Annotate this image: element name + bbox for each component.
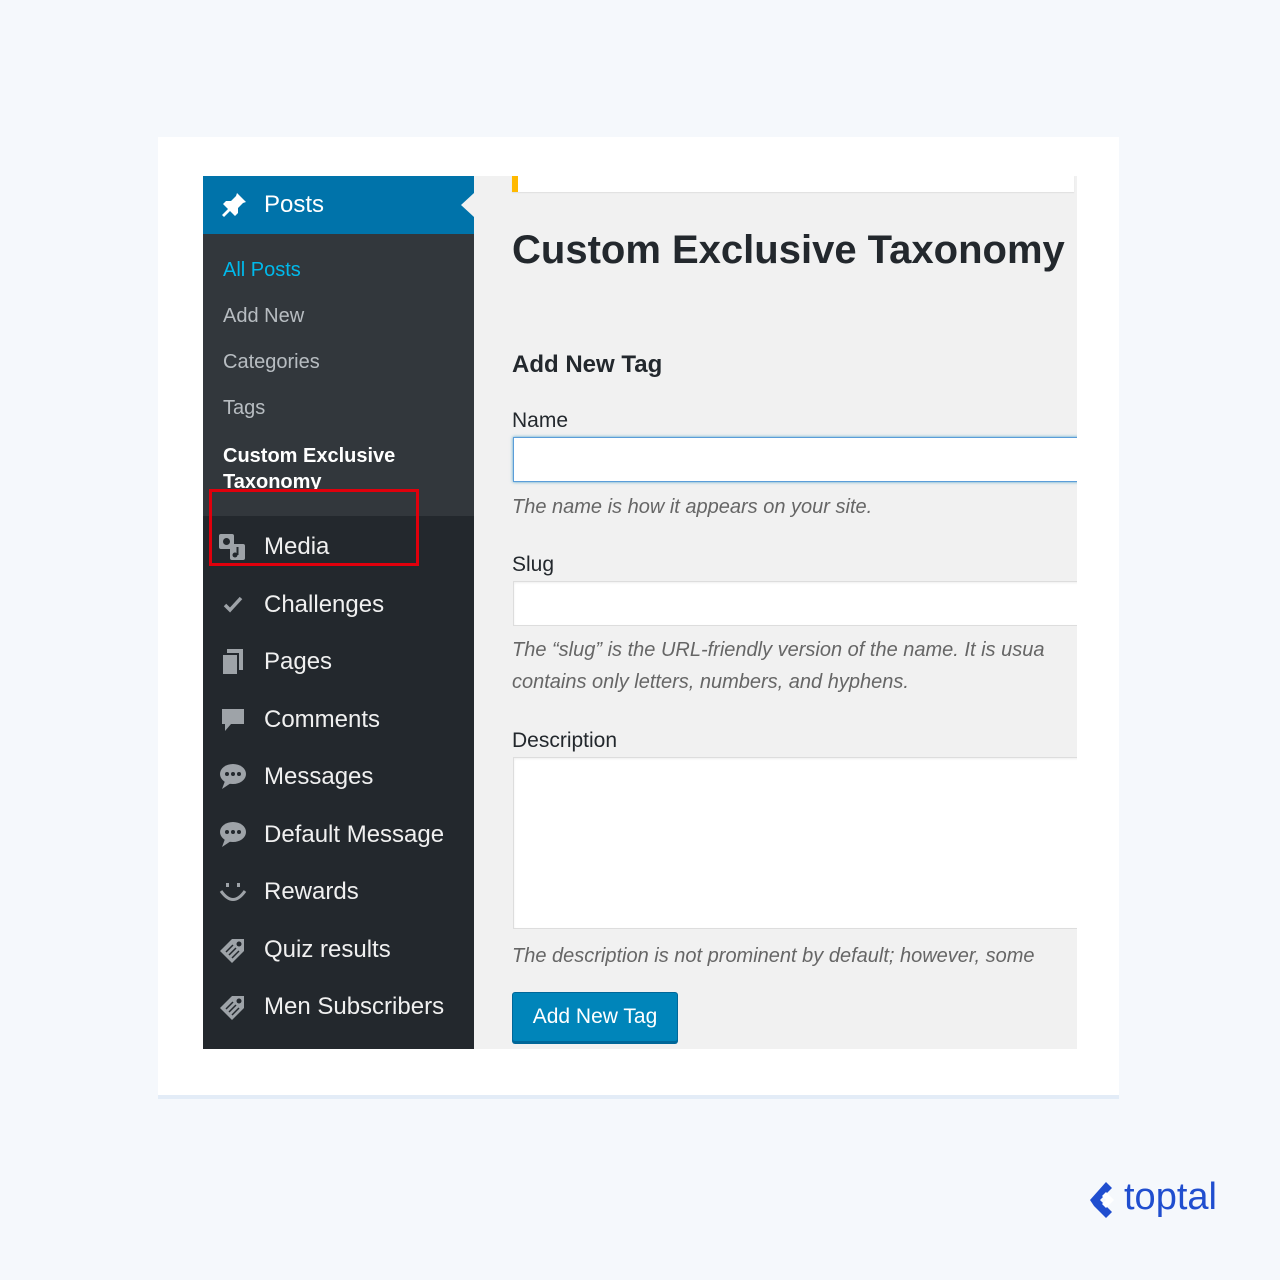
- slug-help-line2: contains only letters, numbers, and hyph…: [512, 671, 909, 693]
- name-label: Name: [512, 409, 569, 432]
- add-new-tag-heading: Add New Tag: [512, 351, 663, 378]
- slug-label: Slug: [512, 553, 555, 576]
- menu-men-subscribers-label: Men Subscribers: [264, 993, 445, 1020]
- menu-default-message[interactable]: Default Message: [203, 809, 474, 859]
- menu-messages-label: Messages: [264, 763, 374, 790]
- smiley-icon: [219, 883, 247, 901]
- comment-icon: [222, 709, 244, 731]
- submenu-add-new[interactable]: Add New: [223, 305, 304, 328]
- menu-posts[interactable]: Posts: [203, 176, 474, 234]
- pages-icon: [221, 649, 243, 676]
- tag-icon: [220, 939, 244, 963]
- submenu-tags[interactable]: Tags: [223, 397, 265, 420]
- admin-sidebar: Posts All Posts Add New Categories Tags …: [203, 176, 474, 1049]
- description-help-text: The description is not prominent by defa…: [512, 945, 1035, 967]
- page-title: Custom Exclusive Taxonomy: [512, 228, 1065, 272]
- description-label: Description: [512, 729, 618, 752]
- pushpin-icon: [222, 193, 246, 217]
- media-icon: [219, 534, 245, 560]
- menu-comments-label: Comments: [264, 706, 381, 733]
- menu-rewards-label: Rewards: [264, 878, 359, 905]
- slug-help-line1: The “slug” is the URL-friendly version o…: [512, 639, 1045, 661]
- menu-default-message-label: Default Message: [264, 821, 445, 848]
- menu-media[interactable]: Media: [203, 521, 474, 571]
- current-menu-notch: [461, 193, 474, 217]
- checkmark-icon: [223, 596, 243, 613]
- menu-men-subscribers[interactable]: Men Subscribers: [203, 981, 474, 1031]
- menu-comments[interactable]: Comments: [203, 694, 474, 744]
- menu-messages[interactable]: Messages: [203, 751, 474, 801]
- menu-quiz-results[interactable]: Quiz results: [203, 924, 474, 974]
- menu-quiz-results-label: Quiz results: [264, 936, 391, 963]
- submenu-categories[interactable]: Categories: [223, 351, 320, 374]
- toptal-mark-icon: [1090, 1182, 1114, 1218]
- menu-rewards[interactable]: Rewards: [203, 866, 474, 916]
- toptal-wordmark: toptal: [1124, 1176, 1217, 1218]
- main-content: Custom Exclusive Taxonomy Add New Tag Na…: [474, 176, 1077, 1049]
- description-textarea[interactable]: [513, 757, 1077, 929]
- chat-bubble-icon: [220, 822, 246, 847]
- menu-pages-label: Pages: [264, 648, 333, 675]
- submenu-all-posts[interactable]: All Posts: [223, 259, 301, 282]
- admin-notice: [512, 176, 1074, 192]
- tag-icon: [220, 996, 244, 1020]
- menu-pages[interactable]: Pages: [203, 636, 474, 686]
- menu-posts-label: Posts: [264, 191, 325, 218]
- submenu-custom-line1: Custom Exclusive: [223, 445, 396, 467]
- menu-challenges-label: Challenges: [264, 591, 385, 618]
- submenu-custom-exclusive-taxonomy[interactable]: Custom Exclusive Taxonomy: [223, 443, 395, 495]
- name-input[interactable]: [513, 437, 1077, 482]
- menu-media-label: Media: [264, 533, 330, 560]
- posts-submenu: All Posts Add New Categories Tags Custom…: [203, 234, 474, 566]
- name-help-text: The name is how it appears on your site.: [512, 496, 873, 518]
- chat-bubble-icon: [220, 764, 246, 789]
- slug-input[interactable]: [513, 581, 1077, 626]
- wp-admin-screenshot: Posts All Posts Add New Categories Tags …: [203, 176, 1077, 1049]
- add-new-tag-button[interactable]: Add New Tag: [512, 992, 678, 1042]
- menu-challenges[interactable]: Challenges: [203, 579, 474, 629]
